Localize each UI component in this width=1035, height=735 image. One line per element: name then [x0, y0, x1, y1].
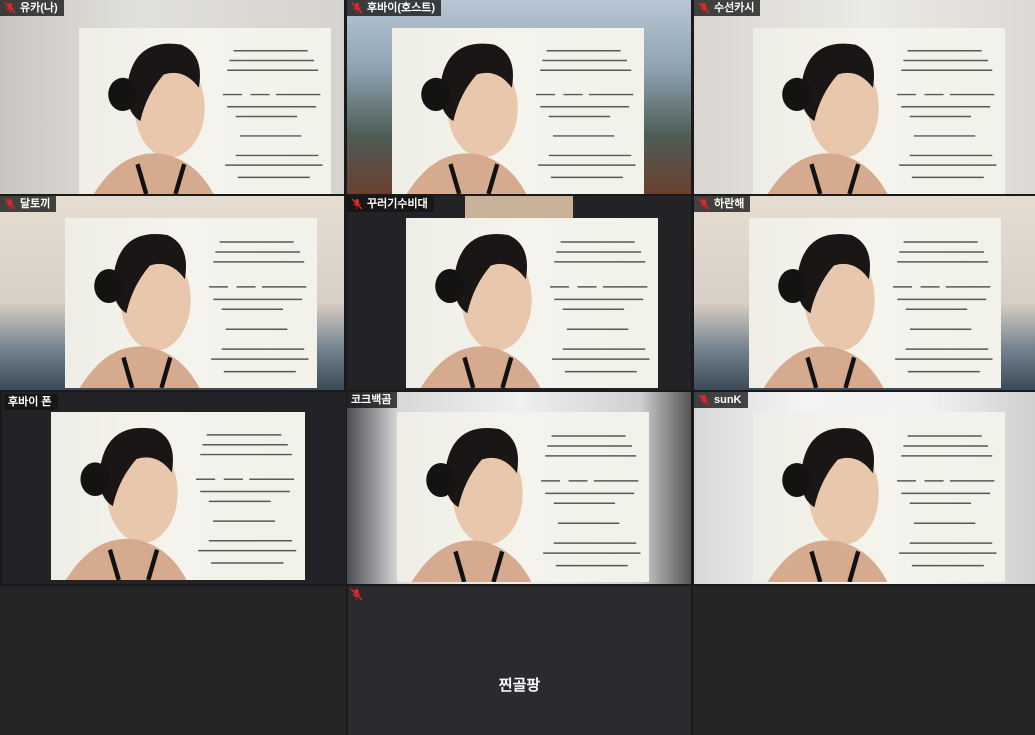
shared-slide-image — [65, 218, 317, 388]
participant-tile-2[interactable]: 후바이(호스트) — [347, 0, 691, 194]
participant-display-name: 찐골팡 — [348, 586, 691, 735]
portrait-illustration — [406, 43, 527, 194]
mic-muted-icon — [698, 394, 710, 406]
mic-muted-icon — [351, 198, 363, 210]
participant-name: 달토끼 — [20, 198, 51, 210]
portrait-illustration — [767, 428, 888, 582]
participant-name: 후바이 폰 — [8, 396, 52, 408]
shared-slide-image — [392, 28, 644, 194]
participant-name: 유카(나) — [20, 2, 58, 14]
mic-muted-icon — [698, 2, 710, 14]
participant-name: 수선카시 — [714, 2, 755, 14]
shared-slide-image — [753, 28, 1005, 194]
participant-nametag: 하란해 — [694, 196, 751, 212]
video-gallery: 유카(나) 후바이(호스트) 수선카시 달토끼 꾸러기수비대 하란해 후바이 폰… — [0, 0, 1035, 735]
participant-nametag: 유카(나) — [0, 0, 64, 16]
mic-muted-icon — [698, 198, 710, 210]
mic-muted-icon — [4, 198, 16, 210]
handwritten-quote — [896, 50, 997, 179]
participant-name: sunK — [714, 394, 742, 406]
participant-name: 꾸러기수비대 — [367, 198, 428, 210]
participant-name: 찐골팡 — [498, 677, 541, 694]
mic-muted-icon — [4, 2, 16, 14]
participant-tile-6[interactable]: 하란해 — [694, 196, 1035, 390]
participant-tile-8[interactable]: 코크백곰 — [347, 392, 691, 584]
shared-slide-image — [749, 218, 1001, 388]
camera-feed-strip — [465, 196, 573, 220]
portrait-illustration — [65, 427, 187, 580]
participant-tile-3[interactable]: 수선카시 — [694, 0, 1035, 194]
handwritten-quote — [208, 240, 309, 372]
participant-name: 코크백곰 — [351, 394, 392, 406]
empty-slot-right — [693, 586, 1035, 735]
participant-name: 후바이(호스트) — [367, 2, 436, 14]
participant-nametag: 수선카시 — [694, 0, 761, 16]
participant-tile-5[interactable]: 꾸러기수비대 — [347, 196, 691, 390]
handwritten-quote — [222, 50, 323, 179]
handwritten-quote — [892, 240, 993, 372]
shared-slide-image — [51, 412, 305, 580]
empty-slot-left — [0, 586, 346, 735]
handwritten-quote — [896, 434, 997, 566]
participant-nametag: 꾸러기수비대 — [347, 196, 434, 212]
participant-nametag: 후바이 폰 — [4, 394, 58, 410]
participant-tile-10-video-off[interactable]: 찐골팡 — [348, 586, 691, 735]
shared-slide-image — [406, 218, 658, 388]
portrait-illustration — [79, 234, 200, 388]
portrait-illustration — [93, 43, 214, 194]
portrait-illustration — [420, 234, 541, 388]
participant-tile-4[interactable]: 달토끼 — [0, 196, 344, 390]
participant-name: 하란해 — [714, 198, 745, 210]
portrait-illustration — [767, 43, 888, 194]
mic-muted-icon — [351, 2, 363, 14]
handwritten-quote — [535, 50, 636, 179]
participant-nametag: sunK — [694, 392, 748, 408]
participant-tile-1[interactable]: 유카(나) — [0, 0, 344, 194]
handwritten-quote — [195, 434, 297, 565]
shared-slide-image — [79, 28, 331, 194]
participant-nametag: 코크백곰 — [347, 392, 398, 408]
portrait-illustration — [411, 428, 532, 582]
handwritten-quote — [540, 434, 641, 566]
participant-nametag: 달토끼 — [0, 196, 57, 212]
participant-tile-7-active-speaker[interactable]: 후바이 폰 — [2, 392, 346, 584]
portrait-illustration — [763, 234, 884, 388]
shared-slide-image — [397, 412, 649, 582]
participant-nametag: 후바이(호스트) — [347, 0, 442, 16]
handwritten-quote — [549, 240, 650, 372]
shared-slide-image — [753, 412, 1005, 582]
participant-tile-9[interactable]: sunK — [694, 392, 1035, 584]
